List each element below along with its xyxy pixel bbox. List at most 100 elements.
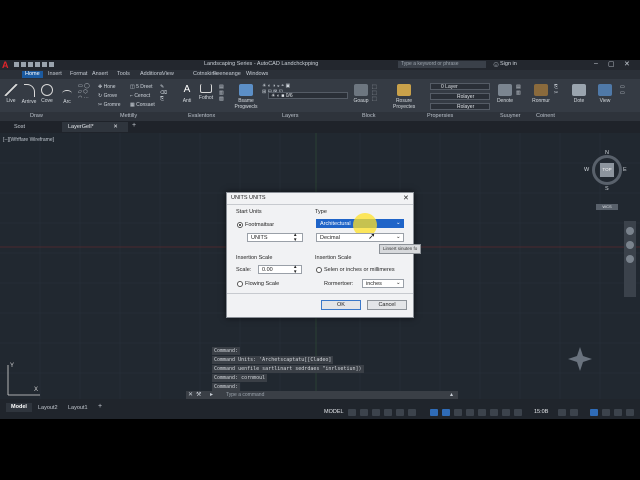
group-label-layers[interactable]: Layers (282, 113, 299, 119)
dialog-close-icon[interactable]: ✕ (403, 194, 409, 202)
modify-stretch[interactable]: ◫ 5 Dreet (130, 84, 153, 90)
group-button[interactable]: Goaup (353, 84, 369, 104)
plus-icon[interactable] (590, 409, 598, 416)
workspace-icon[interactable] (570, 409, 578, 416)
type-secondary-dropdown[interactable]: Decimal (316, 233, 404, 242)
group-label-draw[interactable]: Draw (30, 113, 43, 119)
user-icon[interactable]: ☺ (492, 61, 500, 69)
lineweight-icon[interactable] (442, 409, 450, 416)
doc-tab-active[interactable]: LayerGell* ✕ (62, 122, 128, 132)
viewcube-top-face[interactable]: TOP (600, 163, 614, 177)
text-button[interactable]: A Anti (180, 84, 194, 104)
hardware-acceleration-icon[interactable] (614, 409, 622, 416)
minimize-button[interactable]: – (594, 60, 598, 67)
group-label-annotation[interactable]: Evalentonx (188, 113, 215, 119)
line-button[interactable]: Live (4, 84, 18, 104)
view-side-icons[interactable]: ▭ ▭ (620, 84, 625, 96)
type-dropdown-chevron-icon[interactable]: ⌄ (396, 220, 401, 226)
grid-toggle-icon[interactable] (348, 409, 356, 416)
layer-dropdown[interactable]: ☀ ◐ ■ 0/6 (268, 92, 348, 99)
maximize-button[interactable]: ▢ (608, 60, 615, 68)
3d-osnap-icon[interactable] (478, 409, 486, 416)
wcs-menu[interactable]: WCS (596, 204, 618, 210)
tab-insert[interactable]: Insert (48, 71, 62, 78)
draw-tool-icons[interactable]: ▭ ◯ ▱ ⬡ ◠ ⋯ (78, 83, 90, 101)
sign-in-button[interactable]: Sign in (500, 61, 517, 67)
autocad-logo[interactable]: A (2, 60, 9, 70)
annotation-icons[interactable]: ▤ ▥ ▧ (219, 84, 224, 102)
gear-icon[interactable] (558, 409, 566, 416)
compass-west[interactable]: W (584, 167, 589, 173)
paste-button[interactable]: Ronmur (530, 84, 552, 104)
group-label-clipboard[interactable]: Coinent (536, 113, 555, 119)
group-label-properties[interactable]: Propersies (427, 113, 453, 119)
clipboard-icons[interactable]: ⎘ ✂ (554, 84, 558, 96)
group-label-utilities[interactable]: Suuyner (500, 113, 521, 119)
viewcube[interactable]: TOP N S E W (584, 150, 628, 192)
dimension-button[interactable]: Fothot (198, 84, 214, 101)
modify-fillet[interactable]: ⌐ Cenoct (130, 93, 150, 99)
radio-select-units[interactable] (316, 267, 322, 273)
utility-icons[interactable]: ▤ ▥ (516, 84, 521, 96)
base-button[interactable]: Dote (570, 84, 588, 104)
cancel-button[interactable]: Cancel (367, 300, 407, 310)
transparency-icon[interactable] (454, 409, 462, 416)
modify-extra-icons[interactable]: ✎ ⌫ ⎘ (160, 84, 167, 102)
customization-menu-icon[interactable] (626, 409, 634, 416)
view-button[interactable]: View (596, 84, 614, 104)
match-properties-button[interactable]: Rosure Proyectes (393, 84, 415, 110)
close-command-icon[interactable]: ✕ (188, 391, 193, 398)
viewport-label[interactable]: [--][Wfrffare Wireframe] (3, 137, 54, 143)
color-dropdown[interactable]: Rolayer (430, 93, 490, 100)
otrack-toggle-icon[interactable] (408, 409, 416, 416)
tab-format[interactable]: Ansert (92, 71, 108, 78)
format-chevron-icon[interactable]: ⌄ (396, 280, 401, 286)
block-insert-button[interactable]: Bsame Progwecls (234, 84, 258, 110)
radio-current[interactable] (237, 222, 243, 228)
tab-insert-2[interactable]: Format (70, 71, 87, 78)
polyline-button[interactable]: Arrirve (21, 84, 37, 105)
wrench-icon[interactable]: ⚒ (196, 391, 201, 398)
new-layout-plus-icon[interactable]: + (98, 403, 102, 410)
osnap-toggle-icon[interactable] (396, 409, 404, 416)
layout-tab-model[interactable]: Model (6, 403, 32, 412)
ortho-toggle-icon[interactable] (372, 409, 380, 416)
search-input[interactable]: Type a keyword or phrase (398, 61, 486, 68)
tab-additions[interactable]: View (162, 71, 174, 78)
gizmo-icon[interactable] (502, 409, 510, 416)
doc-tab-start[interactable]: Sost (14, 124, 25, 130)
compass-south[interactable]: S (605, 186, 609, 192)
scale-spinner[interactable]: ▲ ▼ (293, 264, 297, 274)
modify-rotate[interactable]: ↻ Grove (98, 93, 117, 99)
modify-trim[interactable]: ✂ Gromre (98, 102, 121, 108)
snap-toggle-icon[interactable] (360, 409, 368, 416)
ucs-icon[interactable] (490, 409, 498, 416)
tab-ansert[interactable]: Tools (117, 71, 130, 78)
group-label-block[interactable]: Block (362, 113, 375, 119)
command-history-chevron-icon[interactable]: ▴ (450, 391, 453, 398)
tab-cotnskins[interactable]: Feeneange (213, 71, 241, 78)
dynamic-input-icon[interactable] (430, 409, 438, 416)
radio-flowing-scale[interactable] (237, 281, 243, 287)
model-space-button[interactable]: MODEL (324, 409, 344, 415)
command-input[interactable]: Type a command (226, 392, 264, 398)
compass-east[interactable]: E (623, 167, 627, 173)
linetype-dropdown[interactable]: Rolayer (430, 103, 490, 110)
new-tab-plus-icon[interactable]: + (132, 122, 136, 129)
layout-tab-layout1[interactable]: Layout1 (68, 405, 88, 411)
layout-tab-layout2[interactable]: Layout2 (38, 405, 58, 411)
doc-tab-close-icon[interactable]: ✕ (113, 124, 118, 130)
compass-north[interactable]: N (605, 150, 609, 156)
measure-button[interactable]: Denote (496, 84, 514, 104)
modify-move[interactable]: ✥ Hone (98, 84, 116, 90)
circle-button[interactable]: Cove (40, 84, 54, 104)
annotation-visibility-icon[interactable] (514, 409, 522, 416)
isolate-icon[interactable] (602, 409, 610, 416)
arc-button[interactable]: Arc (60, 84, 74, 105)
tab-feeneange[interactable]: Windows (246, 71, 268, 78)
start-units-spinner[interactable]: ▲ ▼ (293, 232, 297, 242)
quick-access-toolbar[interactable] (14, 62, 84, 68)
group-label-modify[interactable]: Mettilly (120, 113, 137, 119)
modify-array[interactable]: ▦ Consaet (130, 102, 155, 108)
tab-home[interactable]: Home (22, 71, 43, 78)
